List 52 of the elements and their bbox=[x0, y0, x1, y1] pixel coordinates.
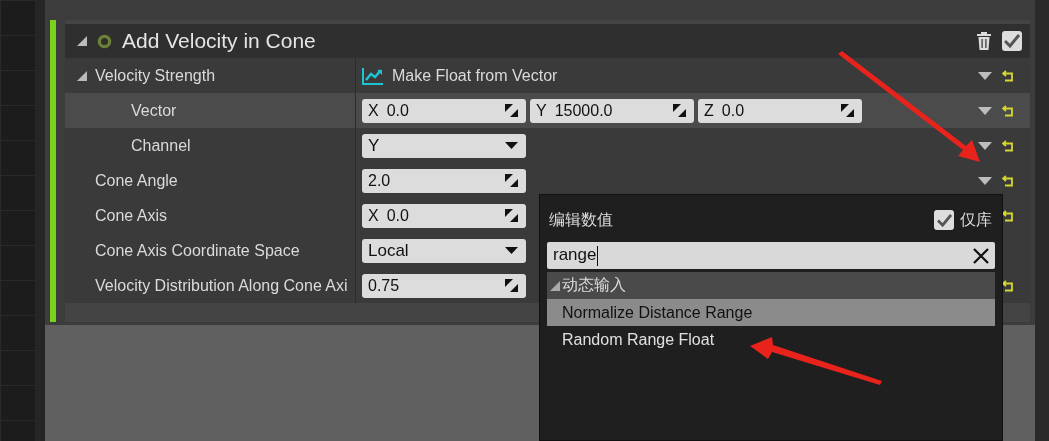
checkbox-label: 仅库 bbox=[960, 209, 992, 230]
category-header[interactable]: 动态输入 bbox=[547, 272, 995, 299]
reset-icon[interactable] bbox=[1002, 174, 1014, 187]
caret-icon bbox=[505, 247, 518, 254]
drag-handle-icon[interactable] bbox=[505, 174, 518, 187]
popup-title: 编辑数值 bbox=[549, 209, 613, 230]
dropdown[interactable]: Y bbox=[362, 133, 526, 158]
drag-handle-icon[interactable] bbox=[505, 209, 518, 222]
property-label: Cone Axis bbox=[95, 206, 168, 225]
property-label: Velocity Strength bbox=[95, 66, 216, 85]
property-label: Cone Axis Coordinate Space bbox=[95, 241, 300, 260]
trash-icon[interactable] bbox=[976, 32, 992, 50]
expand-triangle-icon[interactable] bbox=[77, 36, 87, 46]
caret-icon bbox=[505, 142, 518, 149]
number-field[interactable]: 2.0 bbox=[362, 168, 526, 193]
property-label: Cone Angle bbox=[95, 171, 178, 190]
reset-icon[interactable] bbox=[1002, 209, 1014, 222]
number-field[interactable]: X 0.0 bbox=[362, 98, 526, 123]
expand-triangle-icon[interactable] bbox=[77, 70, 87, 81]
number-field[interactable]: X 0.0 bbox=[362, 203, 526, 228]
module-title: Add Velocity in Cone bbox=[122, 29, 317, 53]
check-icon bbox=[936, 213, 952, 227]
reset-icon[interactable] bbox=[1002, 279, 1014, 292]
category-label: 动态输入 bbox=[562, 275, 626, 295]
menu-item[interactable]: Normalize Distance Range bbox=[547, 299, 995, 326]
dropdown[interactable]: Local bbox=[362, 238, 526, 263]
dynamic-input-name[interactable]: Make Float from Vector bbox=[392, 66, 558, 85]
search-field[interactable]: range bbox=[547, 242, 995, 269]
reset-icon[interactable] bbox=[1002, 69, 1014, 82]
reset-icon[interactable] bbox=[1002, 104, 1014, 117]
menu-item[interactable]: Random Range Float bbox=[547, 326, 995, 353]
dropdown-arrow-icon[interactable] bbox=[978, 176, 992, 185]
dropdown-arrow-icon[interactable] bbox=[978, 141, 992, 150]
ring-icon bbox=[97, 33, 112, 49]
drag-handle-icon[interactable] bbox=[673, 104, 686, 117]
drag-handle-icon[interactable] bbox=[505, 104, 518, 117]
drag-handle-icon[interactable] bbox=[841, 104, 854, 117]
property-label: Vector bbox=[131, 101, 177, 120]
dropdown-arrow-icon[interactable] bbox=[978, 106, 992, 115]
graph-icon bbox=[362, 66, 384, 85]
reset-icon[interactable] bbox=[1002, 139, 1014, 152]
property-label: Velocity Distribution Along Cone Axi bbox=[95, 276, 348, 295]
checkbox[interactable] bbox=[934, 210, 954, 230]
property-label: Channel bbox=[131, 136, 191, 155]
enable-checkbox[interactable] bbox=[1002, 31, 1022, 51]
number-field[interactable]: Y 15000.0 bbox=[530, 98, 694, 123]
check-icon bbox=[1004, 34, 1020, 48]
drag-handle-icon[interactable] bbox=[505, 279, 518, 292]
dropdown-arrow-icon[interactable] bbox=[978, 71, 992, 80]
number-field[interactable]: Z 0.0 bbox=[698, 98, 862, 123]
number-field[interactable]: 0.75 bbox=[362, 273, 526, 298]
close-icon[interactable] bbox=[973, 247, 989, 264]
